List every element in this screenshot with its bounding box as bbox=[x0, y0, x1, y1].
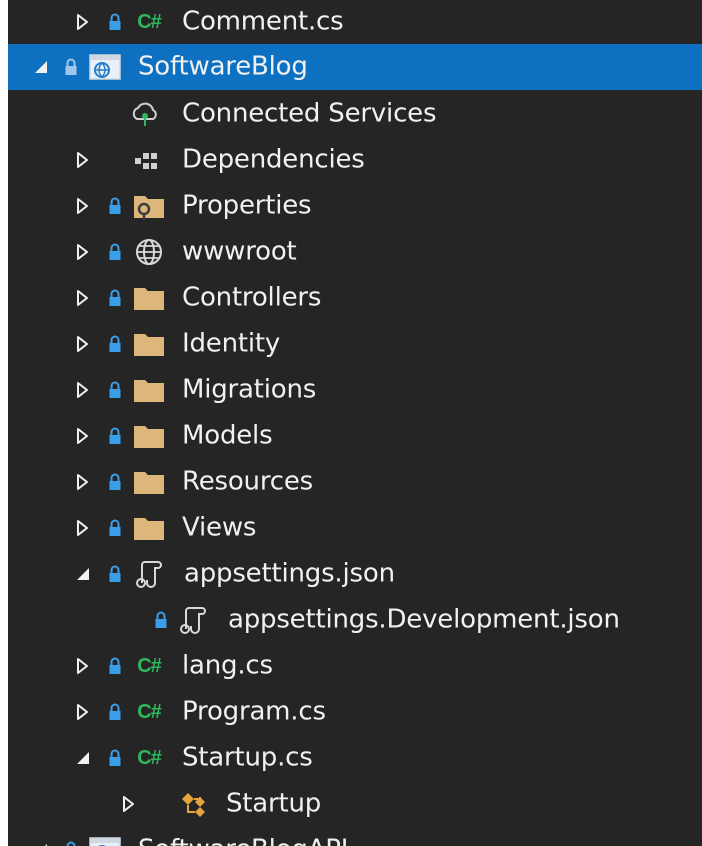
tree-item-softwareblog[interactable]: SoftwareBlog bbox=[8, 44, 702, 90]
lock-icon bbox=[64, 57, 78, 77]
tree-item-models[interactable]: Models bbox=[8, 413, 702, 459]
chevron-right-icon[interactable] bbox=[72, 241, 94, 263]
globe-icon bbox=[132, 235, 166, 269]
lock-icon bbox=[108, 12, 122, 32]
folder-icon bbox=[132, 281, 166, 315]
chevron-right-icon[interactable] bbox=[72, 11, 94, 33]
folder-icon bbox=[132, 327, 166, 361]
tree-item-migrations[interactable]: Migrations bbox=[8, 367, 702, 413]
chevron-right-icon[interactable] bbox=[72, 471, 94, 493]
dependencies-icon bbox=[128, 143, 162, 177]
folder-icon bbox=[132, 465, 166, 499]
folder-icon bbox=[132, 511, 166, 545]
tree-item-label: Migrations bbox=[182, 374, 317, 405]
tree-item-softwareblogapi[interactable]: SoftwareBlogAPI bbox=[8, 827, 702, 846]
lock-icon bbox=[108, 702, 122, 722]
lock-icon bbox=[108, 656, 122, 676]
connected-services-icon bbox=[128, 97, 162, 131]
tree-item-views[interactable]: Views bbox=[8, 505, 702, 551]
json-file-icon bbox=[176, 603, 210, 637]
chevron-right-icon[interactable] bbox=[118, 793, 140, 815]
tree-item-label: Comment.cs bbox=[182, 6, 344, 37]
tree-item-program-cs[interactable]: C# Program.cs bbox=[8, 689, 702, 735]
tree-item-label: wwwroot bbox=[182, 236, 297, 267]
csharp-file-icon: C# bbox=[137, 10, 162, 33]
lock-icon bbox=[154, 610, 168, 630]
tree-item-label: SoftwareBlog bbox=[138, 51, 308, 82]
lock-icon bbox=[108, 748, 122, 768]
tree-item-wwwroot[interactable]: wwwroot bbox=[8, 229, 702, 275]
csharp-file-icon: C# bbox=[137, 746, 162, 769]
tree-item-label: Controllers bbox=[182, 282, 322, 313]
class-icon bbox=[178, 787, 212, 821]
tree-item-label: Properties bbox=[182, 190, 312, 221]
lock-icon bbox=[108, 518, 122, 538]
tree-item-label: appsettings.Development.json bbox=[228, 604, 620, 635]
chevron-right-icon[interactable] bbox=[72, 195, 94, 217]
tree-item-label: Connected Services bbox=[182, 98, 437, 129]
tree-item-label: Program.cs bbox=[182, 696, 326, 727]
tree-item-appsettings-json[interactable]: appsettings.json bbox=[8, 551, 702, 597]
lock-icon bbox=[108, 196, 122, 216]
tree-item-label: Startup.cs bbox=[182, 742, 313, 773]
tree-item-label: Startup bbox=[226, 788, 322, 819]
lock-icon bbox=[64, 840, 78, 846]
tree-item-label: Identity bbox=[182, 328, 281, 359]
tree-item-dependencies[interactable]: Dependencies bbox=[8, 137, 702, 183]
lock-icon bbox=[108, 242, 122, 262]
folder-icon bbox=[132, 419, 166, 453]
lock-icon bbox=[108, 380, 122, 400]
lock-icon bbox=[108, 472, 122, 492]
tree-item-startup-cs[interactable]: C# Startup.cs bbox=[8, 735, 702, 781]
tree-item-label: Resources bbox=[182, 466, 313, 497]
chevron-down-icon[interactable] bbox=[72, 563, 94, 585]
tree-item-connected-services[interactable]: Connected Services bbox=[8, 91, 702, 137]
chevron-right-icon[interactable] bbox=[72, 425, 94, 447]
chevron-right-icon[interactable] bbox=[72, 517, 94, 539]
tree-item-label: lang.cs bbox=[182, 650, 273, 681]
lock-icon bbox=[108, 288, 122, 308]
csharp-file-icon: C# bbox=[137, 654, 162, 677]
chevron-right-icon[interactable] bbox=[72, 655, 94, 677]
properties-folder-icon bbox=[132, 189, 166, 223]
folder-icon bbox=[132, 373, 166, 407]
chevron-right-icon[interactable] bbox=[72, 149, 94, 171]
csharp-file-icon: C# bbox=[137, 700, 162, 723]
web-project-icon bbox=[88, 50, 122, 84]
chevron-right-icon[interactable] bbox=[72, 333, 94, 355]
chevron-down-icon[interactable] bbox=[72, 747, 94, 769]
chevron-down-icon[interactable] bbox=[30, 839, 52, 846]
tree-item-comment-cs[interactable]: C# Comment.cs bbox=[8, 0, 702, 45]
lock-icon bbox=[108, 564, 122, 584]
tree-item-label: SoftwareBlogAPI bbox=[138, 834, 348, 846]
solution-explorer-tree: C# Comment.cs SoftwareBlog Connected Ser… bbox=[8, 0, 702, 846]
tree-item-identity[interactable]: Identity bbox=[8, 321, 702, 367]
chevron-down-icon[interactable] bbox=[30, 56, 52, 78]
lock-icon bbox=[108, 334, 122, 354]
tree-item-label: Dependencies bbox=[182, 144, 365, 175]
tree-item-label: Models bbox=[182, 420, 273, 451]
tree-item-appsettings-development-json[interactable]: appsettings.Development.json bbox=[8, 597, 702, 643]
tree-item-label: appsettings.json bbox=[184, 558, 395, 589]
tree-item-label: Views bbox=[182, 512, 257, 543]
chevron-right-icon[interactable] bbox=[72, 287, 94, 309]
tree-item-lang-cs[interactable]: C# lang.cs bbox=[8, 643, 702, 689]
web-project-icon bbox=[88, 833, 122, 846]
tree-item-startup-class[interactable]: Startup bbox=[8, 781, 702, 827]
tree-item-controllers[interactable]: Controllers bbox=[8, 275, 702, 321]
tree-item-resources[interactable]: Resources bbox=[8, 459, 702, 505]
lock-icon bbox=[108, 426, 122, 446]
json-file-icon bbox=[132, 557, 166, 591]
tree-item-properties[interactable]: Properties bbox=[8, 183, 702, 229]
chevron-right-icon[interactable] bbox=[72, 701, 94, 723]
chevron-right-icon[interactable] bbox=[72, 379, 94, 401]
